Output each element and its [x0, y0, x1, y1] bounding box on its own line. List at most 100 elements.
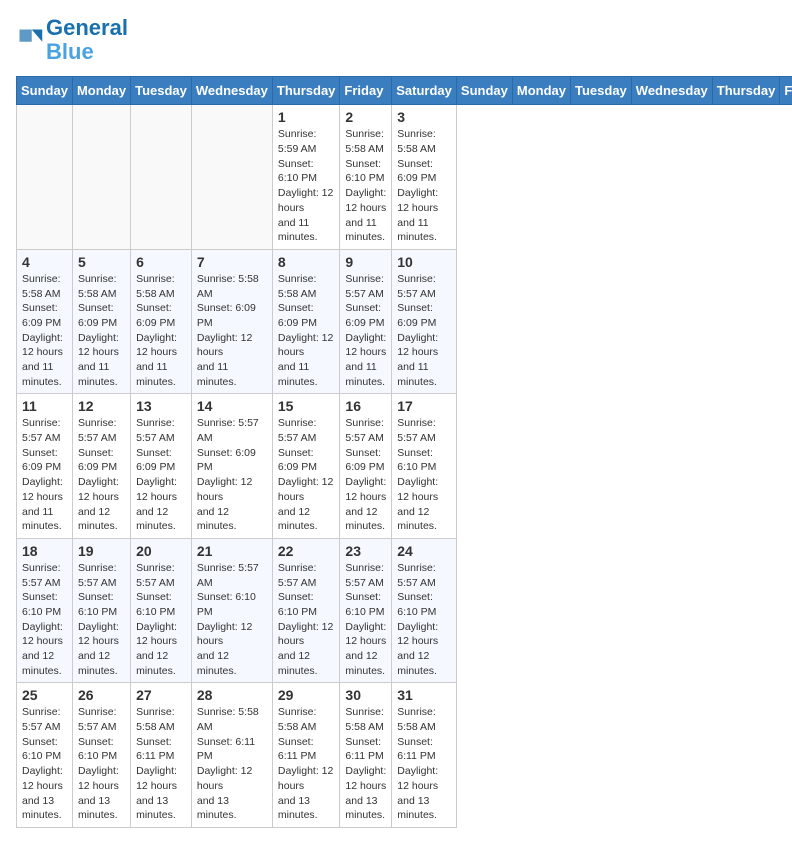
- day-info: Sunrise: 5:58 AM Sunset: 6:11 PM Dayligh…: [197, 705, 267, 823]
- header-tuesday: Tuesday: [131, 77, 192, 105]
- calendar-week-3: 11 Sunrise: 5:57 AM Sunset: 6:09 PM Dayli…: [17, 394, 792, 539]
- day-info: Sunrise: 5:58 AM Sunset: 6:09 PM Dayligh…: [278, 272, 335, 390]
- day-number: 19: [78, 543, 125, 559]
- day-info: Sunrise: 5:57 AM Sunset: 6:09 PM Dayligh…: [397, 272, 451, 390]
- day-number: 17: [397, 398, 451, 414]
- calendar-cell: 31 Sunrise: 5:58 AM Sunset: 6:11 PM Dayli…: [392, 683, 457, 828]
- header-tuesday: Tuesday: [571, 77, 632, 105]
- calendar-cell: 4 Sunrise: 5:58 AM Sunset: 6:09 PM Daylig…: [17, 249, 73, 394]
- header-thursday: Thursday: [712, 77, 780, 105]
- header-friday: Friday: [780, 77, 792, 105]
- calendar-cell: [131, 105, 192, 250]
- day-number: 11: [22, 398, 67, 414]
- calendar-cell: 29 Sunrise: 5:58 AM Sunset: 6:11 PM Dayli…: [272, 683, 340, 828]
- calendar-cell: 30Sunrise: 5:58 AM Sunset: 6:11 PM Dayli…: [340, 683, 392, 828]
- header-wednesday: Wednesday: [631, 77, 712, 105]
- calendar-cell: 12Sunrise: 5:57 AM Sunset: 6:09 PM Dayli…: [72, 394, 130, 539]
- day-info: Sunrise: 5:57 AM Sunset: 6:09 PM Dayligh…: [22, 416, 67, 534]
- calendar-cell: 16 Sunrise: 5:57 AM Sunset: 6:09 PM Dayli…: [340, 394, 392, 539]
- calendar-cell: 3 Sunrise: 5:58 AM Sunset: 6:09 PM Daylig…: [392, 105, 457, 250]
- page-header: GeneralBlue: [16, 16, 776, 64]
- calendar-week-5: 25 Sunrise: 5:57 AM Sunset: 6:10 PM Dayli…: [17, 683, 792, 828]
- day-info: Sunrise: 5:59 AM Sunset: 6:10 PM Dayligh…: [278, 127, 335, 245]
- calendar-cell: [191, 105, 272, 250]
- day-info: Sunrise: 5:58 AM Sunset: 6:09 PM Dayligh…: [197, 272, 267, 390]
- calendar-cell: 25Sunrise: 5:57 AM Sunset: 6:10 PM Dayli…: [17, 683, 73, 828]
- calendar-week-4: 18 Sunrise: 5:57 AM Sunset: 6:10 PM Dayli…: [17, 538, 792, 683]
- calendar-cell: 26Sunrise: 5:57 AM Sunset: 6:10 PM Dayli…: [72, 683, 130, 828]
- calendar-cell: 2 Sunrise: 5:58 AM Sunset: 6:10 PM Daylig…: [340, 105, 392, 250]
- day-number: 29: [278, 687, 335, 703]
- calendar-cell: [17, 105, 73, 250]
- calendar-cell: 24 Sunrise: 5:57 AM Sunset: 6:10 PM Dayli…: [392, 538, 457, 683]
- day-number: 3: [397, 109, 451, 125]
- day-info: Sunrise: 5:57 AM Sunset: 6:10 PM Dayligh…: [22, 561, 67, 679]
- day-info: Sunrise: 5:57 AM Sunset: 6:09 PM Dayligh…: [136, 416, 186, 534]
- day-info: Sunrise: 5:57 AM Sunset: 6:09 PM Dayligh…: [197, 416, 267, 534]
- calendar-cell: 1 Sunrise: 5:59 AM Sunset: 6:10 PM Daylig…: [272, 105, 340, 250]
- calendar-week-2: 4 Sunrise: 5:58 AM Sunset: 6:09 PM Daylig…: [17, 249, 792, 394]
- calendar-cell: 28 Sunrise: 5:58 AM Sunset: 6:11 PM Dayli…: [191, 683, 272, 828]
- day-number: 1: [278, 109, 335, 125]
- day-number: 31: [397, 687, 451, 703]
- day-number: 5: [78, 254, 125, 270]
- day-number: 12: [78, 398, 125, 414]
- calendar-table: SundayMondayTuesdayWednesdayThursdayFrid…: [16, 76, 792, 828]
- day-info: Sunrise: 5:58 AM Sunset: 6:10 PM Dayligh…: [345, 127, 386, 245]
- calendar-cell: 19 Sunrise: 5:57 AM Sunset: 6:10 PM Dayli…: [72, 538, 130, 683]
- day-info: Sunrise: 5:58 AM Sunset: 6:09 PM Dayligh…: [22, 272, 67, 390]
- day-number: 13: [136, 398, 186, 414]
- day-number: 25: [22, 687, 67, 703]
- calendar-cell: 17 Sunrise: 5:57 AM Sunset: 6:10 PM Dayli…: [392, 394, 457, 539]
- calendar-cell: 11 Sunrise: 5:57 AM Sunset: 6:09 PM Dayli…: [17, 394, 73, 539]
- calendar-cell: 23 Sunrise: 5:57 AM Sunset: 6:10 PM Dayli…: [340, 538, 392, 683]
- day-info: Sunrise: 5:57 AM Sunset: 6:10 PM Dayligh…: [197, 561, 267, 679]
- day-number: 9: [345, 254, 386, 270]
- day-info: Sunrise: 5:58 AM Sunset: 6:09 PM Dayligh…: [136, 272, 186, 390]
- day-number: 2: [345, 109, 386, 125]
- day-number: 6: [136, 254, 186, 270]
- day-number: 14: [197, 398, 267, 414]
- header-thursday: Thursday: [272, 77, 340, 105]
- header-sunday: Sunday: [456, 77, 512, 105]
- day-number: 4: [22, 254, 67, 270]
- calendar-cell: 15Sunrise: 5:57 AM Sunset: 6:09 PM Dayli…: [272, 394, 340, 539]
- day-number: 16: [345, 398, 386, 414]
- day-number: 23: [345, 543, 386, 559]
- header-friday: Friday: [340, 77, 392, 105]
- header-monday: Monday: [72, 77, 130, 105]
- day-number: 21: [197, 543, 267, 559]
- day-number: 28: [197, 687, 267, 703]
- header-saturday: Saturday: [392, 77, 457, 105]
- day-number: 18: [22, 543, 67, 559]
- day-info: Sunrise: 5:57 AM Sunset: 6:10 PM Dayligh…: [78, 705, 125, 823]
- calendar-cell: [72, 105, 130, 250]
- day-info: Sunrise: 5:58 AM Sunset: 6:11 PM Dayligh…: [136, 705, 186, 823]
- calendar-cell: 9Sunrise: 5:57 AM Sunset: 6:09 PM Daylig…: [340, 249, 392, 394]
- calendar-header-row: SundayMondayTuesdayWednesdayThursdayFrid…: [17, 77, 792, 105]
- day-info: Sunrise: 5:58 AM Sunset: 6:11 PM Dayligh…: [397, 705, 451, 823]
- day-info: Sunrise: 5:57 AM Sunset: 6:09 PM Dayligh…: [278, 416, 335, 534]
- day-info: Sunrise: 5:57 AM Sunset: 6:10 PM Dayligh…: [397, 416, 451, 534]
- day-info: Sunrise: 5:57 AM Sunset: 6:09 PM Dayligh…: [345, 416, 386, 534]
- day-info: Sunrise: 5:57 AM Sunset: 6:10 PM Dayligh…: [78, 561, 125, 679]
- day-info: Sunrise: 5:58 AM Sunset: 6:09 PM Dayligh…: [78, 272, 125, 390]
- day-info: Sunrise: 5:57 AM Sunset: 6:10 PM Dayligh…: [278, 561, 335, 679]
- day-info: Sunrise: 5:57 AM Sunset: 6:10 PM Dayligh…: [136, 561, 186, 679]
- day-info: Sunrise: 5:58 AM Sunset: 6:09 PM Dayligh…: [397, 127, 451, 245]
- header-wednesday: Wednesday: [191, 77, 272, 105]
- calendar-cell: 27Sunrise: 5:58 AM Sunset: 6:11 PM Dayli…: [131, 683, 192, 828]
- calendar-week-1: 1 Sunrise: 5:59 AM Sunset: 6:10 PM Daylig…: [17, 105, 792, 250]
- calendar-cell: 10Sunrise: 5:57 AM Sunset: 6:09 PM Dayli…: [392, 249, 457, 394]
- day-number: 7: [197, 254, 267, 270]
- calendar-cell: 13 Sunrise: 5:57 AM Sunset: 6:09 PM Dayli…: [131, 394, 192, 539]
- calendar-cell: 8 Sunrise: 5:58 AM Sunset: 6:09 PM Daylig…: [272, 249, 340, 394]
- logo-text: GeneralBlue: [46, 16, 128, 64]
- day-info: Sunrise: 5:57 AM Sunset: 6:10 PM Dayligh…: [345, 561, 386, 679]
- day-info: Sunrise: 5:57 AM Sunset: 6:10 PM Dayligh…: [397, 561, 451, 679]
- day-number: 8: [278, 254, 335, 270]
- day-info: Sunrise: 5:58 AM Sunset: 6:11 PM Dayligh…: [278, 705, 335, 823]
- day-number: 24: [397, 543, 451, 559]
- day-number: 22: [278, 543, 335, 559]
- day-number: 20: [136, 543, 186, 559]
